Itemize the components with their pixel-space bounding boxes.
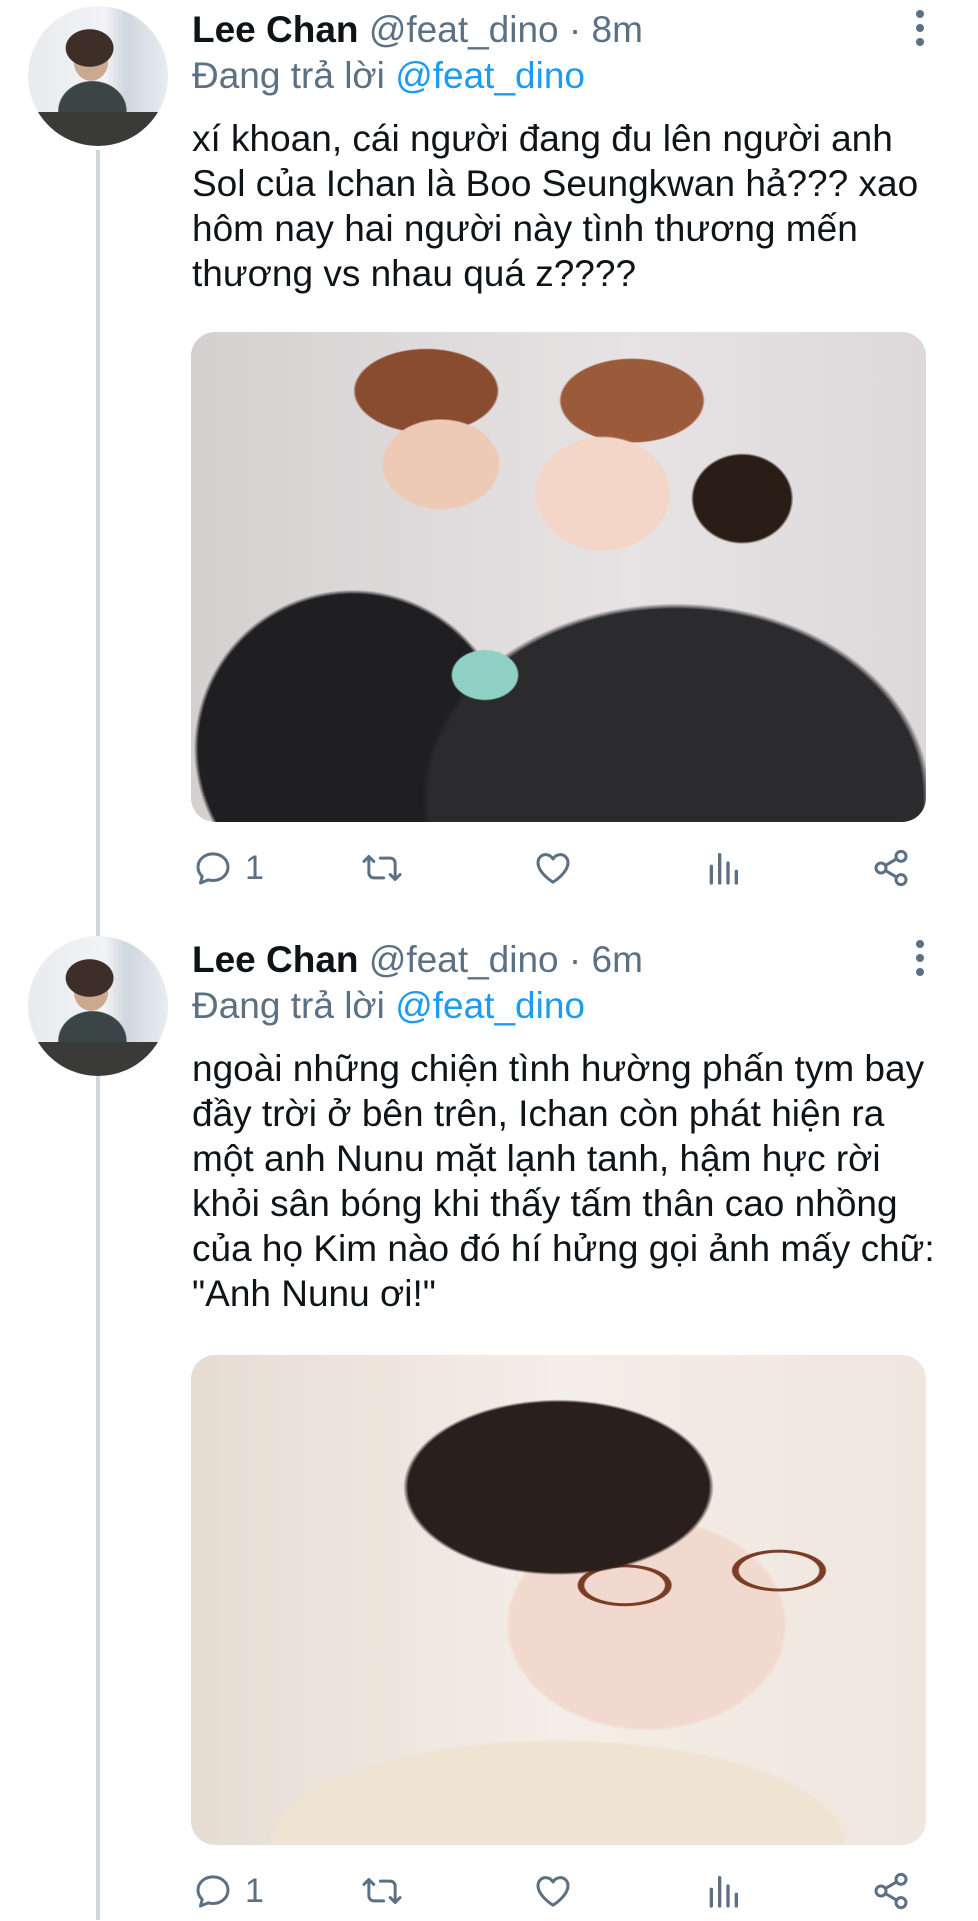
tweet-text: ngoài những chiện tình hường phấn tym ba… (192, 1048, 935, 1314)
tweet-photo[interactable] (191, 332, 926, 822)
analytics-icon (709, 1876, 738, 1908)
tweet-time[interactable]: 8m (592, 9, 643, 50)
share-button[interactable] (870, 1861, 912, 1921)
retweet-icon (362, 855, 402, 881)
author-name[interactable]: Lee Chan (192, 9, 359, 50)
tweet-actions: 1 (0, 1861, 978, 1921)
analytics-icon (709, 853, 738, 885)
share-icon (874, 849, 908, 887)
like-icon (536, 853, 570, 884)
like-button[interactable] (532, 838, 574, 898)
share-icon (874, 1872, 908, 1910)
tweet-actions: 1 (0, 838, 978, 898)
mention-link[interactable]: @feat_dino (395, 985, 585, 1026)
retweet-icon (362, 1878, 402, 1904)
share-button[interactable] (870, 838, 912, 898)
author-handle[interactable]: @feat_dino (369, 939, 559, 980)
retweet-button[interactable] (359, 1861, 405, 1921)
tweet-time[interactable]: 6m (592, 939, 643, 980)
reply-button[interactable]: 1 (193, 1861, 264, 1921)
tweet-text: xí khoan, cái người đang đu lên người an… (192, 118, 919, 294)
reply-icon (196, 852, 230, 885)
tweet-header: Lee Chan @feat_dino · 6m (192, 938, 643, 982)
replying-to: Đang trả lời @feat_dino (192, 984, 585, 1028)
more-vertical-icon[interactable] (910, 940, 930, 980)
reply-count: 1 (245, 1871, 264, 1910)
author-handle[interactable]: @feat_dino (369, 9, 559, 50)
mention-link[interactable]: @feat_dino (395, 55, 585, 96)
analytics-button[interactable] (703, 838, 743, 898)
analytics-button[interactable] (703, 1861, 743, 1921)
like-icon (536, 1876, 570, 1907)
reply-button[interactable]: 1 (193, 838, 264, 898)
dot-separator: · (568, 9, 582, 50)
replying-prefix: Đang trả lời (192, 55, 385, 96)
tweet-header: Lee Chan @feat_dino · 8m (192, 8, 643, 52)
avatar[interactable] (28, 936, 168, 1076)
replying-prefix: Đang trả lời (192, 985, 385, 1026)
dot-separator: · (568, 939, 582, 980)
avatar[interactable] (28, 6, 168, 146)
more-vertical-icon[interactable] (910, 10, 930, 50)
reply-count: 1 (245, 848, 264, 887)
reply-icon (196, 1875, 230, 1908)
tweet-photo[interactable] (191, 1355, 926, 1845)
author-name[interactable]: Lee Chan (192, 939, 359, 980)
replying-to: Đang trả lời @feat_dino (192, 54, 585, 98)
retweet-button[interactable] (359, 838, 405, 898)
like-button[interactable] (532, 1861, 574, 1921)
